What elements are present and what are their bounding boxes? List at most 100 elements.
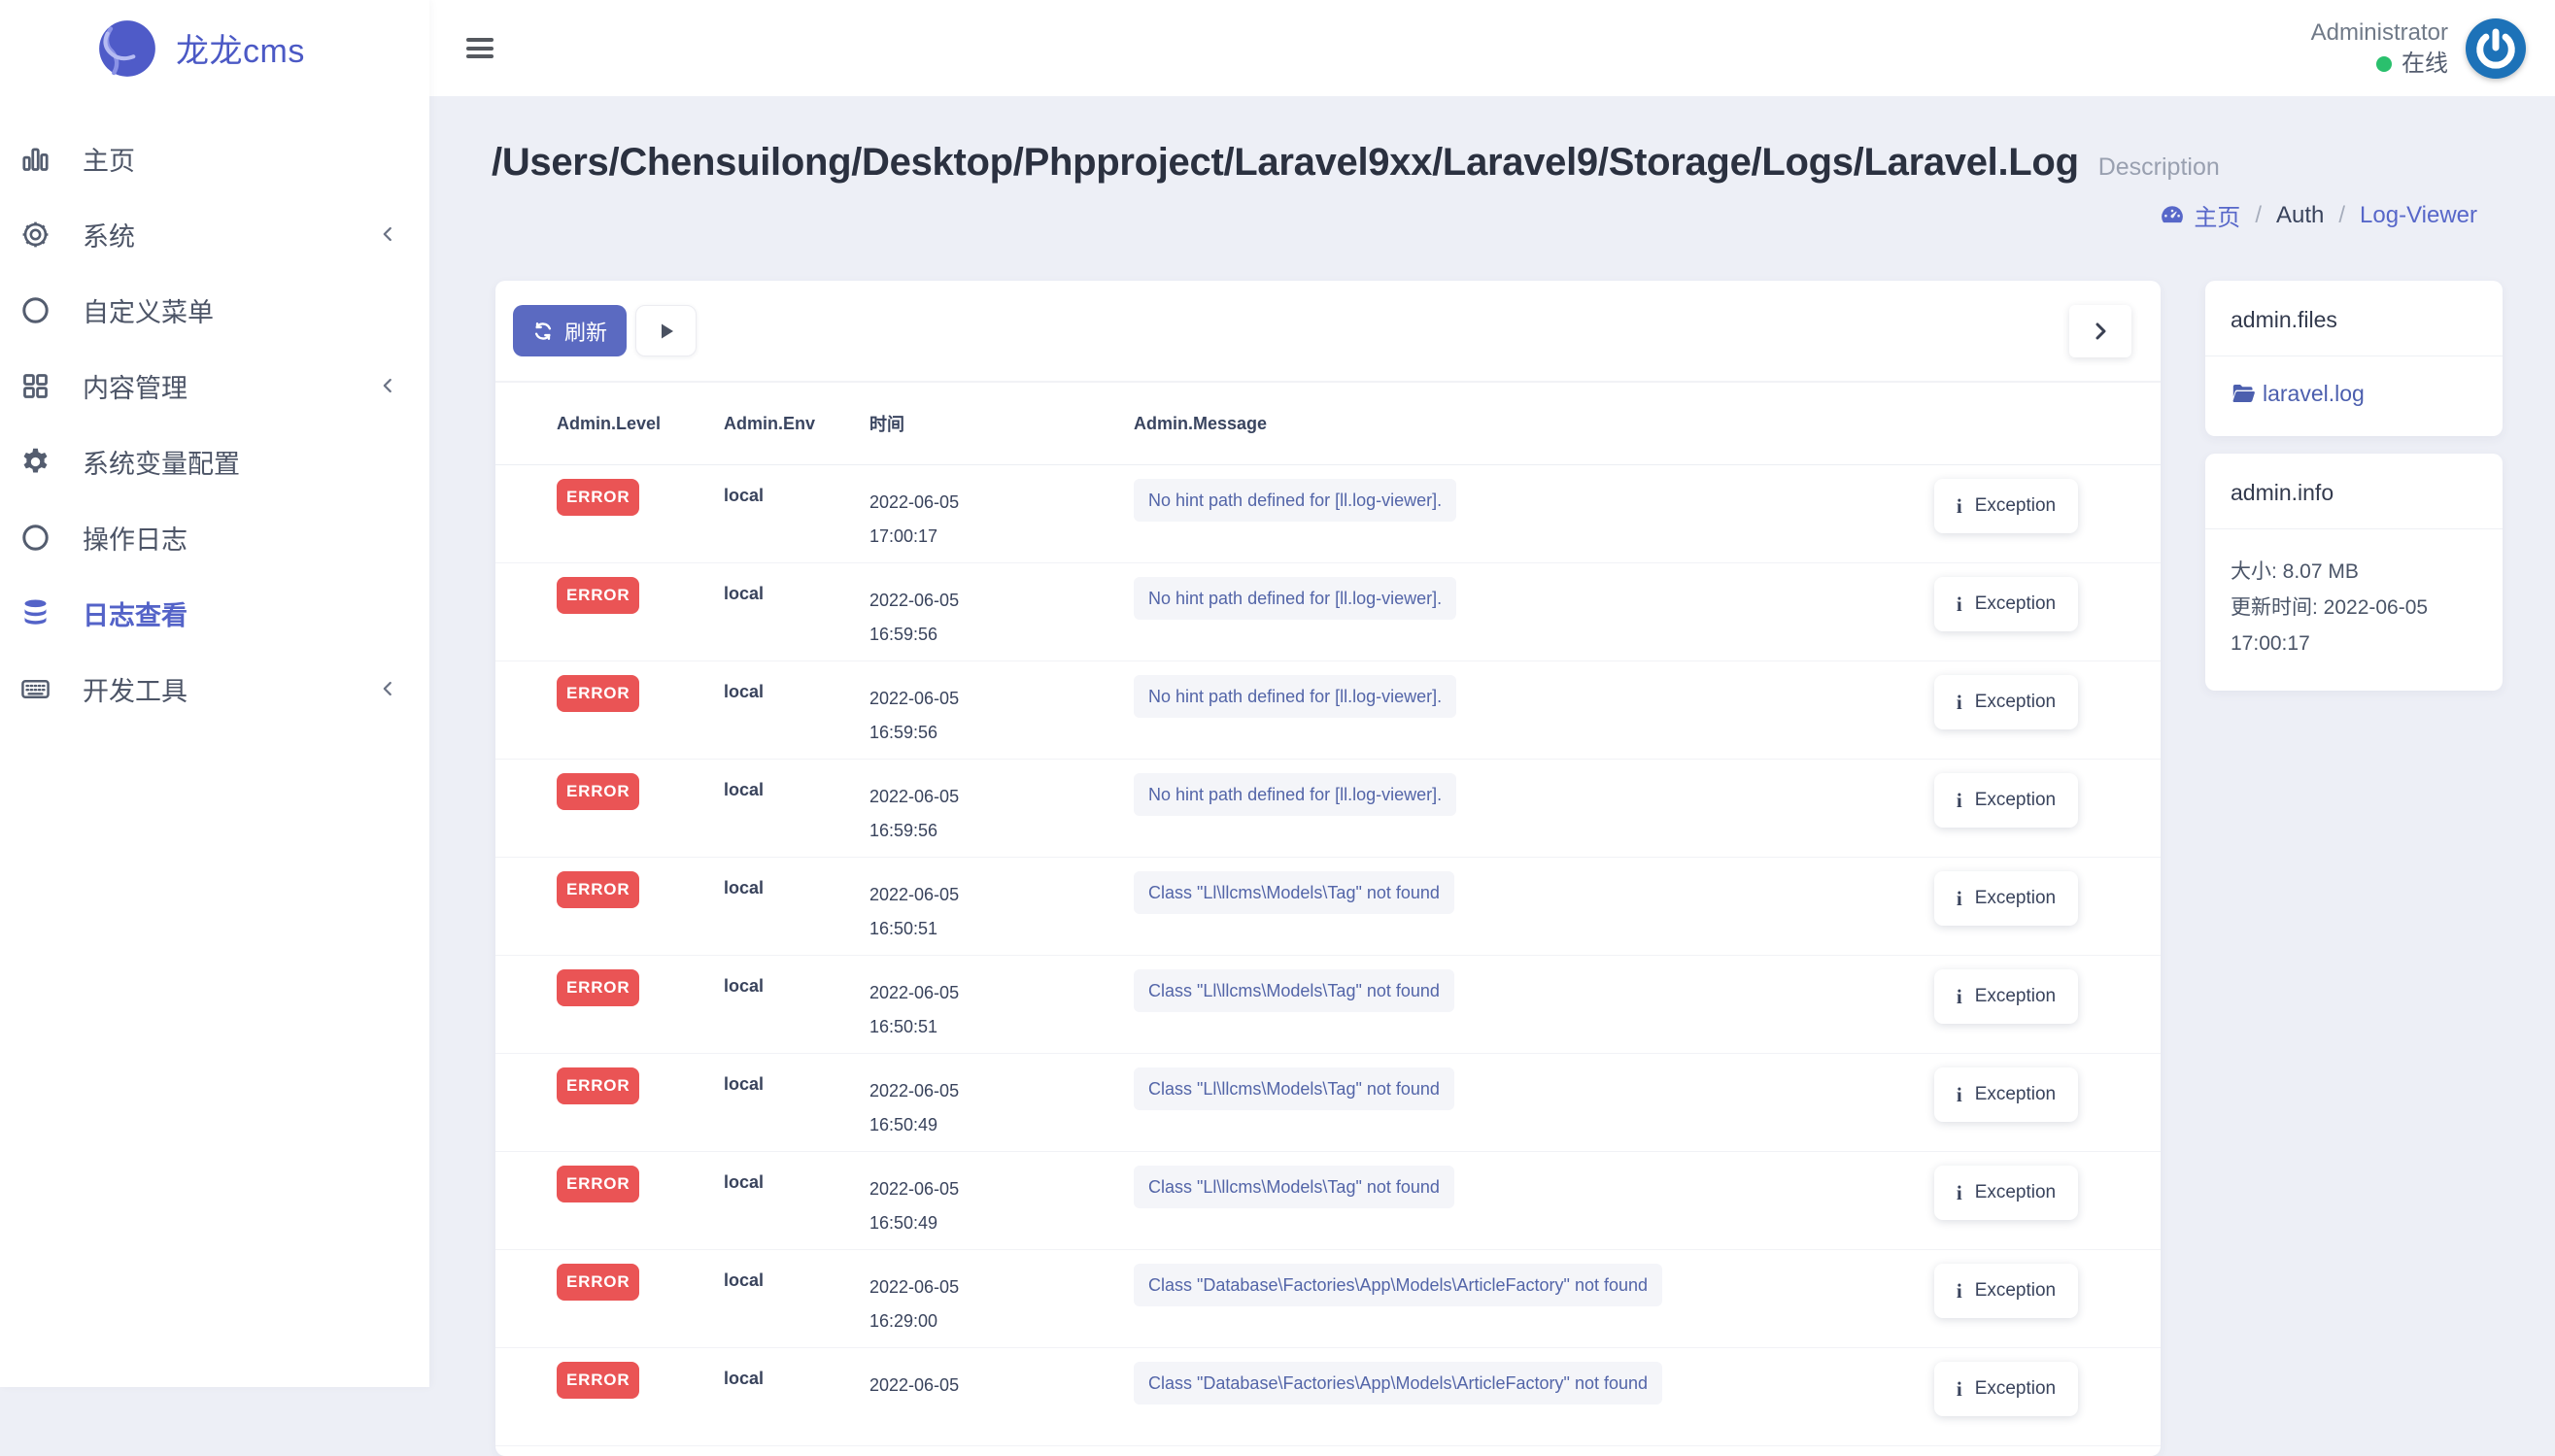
level-badge: ERROR — [557, 1166, 639, 1202]
level-badge: ERROR — [557, 1362, 639, 1399]
file-size: 大小: 8.07 MB — [2231, 554, 2477, 590]
env-cell: local — [724, 479, 869, 506]
exception-button[interactable]: i Exception — [1934, 577, 2078, 631]
info-icon: i — [1957, 887, 1962, 911]
env-cell: local — [724, 871, 869, 898]
info-icon: i — [1957, 1181, 1962, 1205]
exception-button[interactable]: i Exception — [1934, 1166, 2078, 1220]
table-row: ERROR local 2022-06-05 16:50:49 Class "L… — [495, 1054, 2161, 1152]
log-table-body: ERROR local 2022-06-05 17:00:17 No hint … — [495, 465, 2161, 1446]
exception-button-label: Exception — [1975, 986, 2056, 1007]
exception-button[interactable]: i Exception — [1934, 1362, 2078, 1416]
circle-icon — [19, 522, 51, 554]
log-date: 2022-06-05 — [869, 1369, 1134, 1403]
env-cell: local — [724, 577, 869, 604]
log-message-link[interactable]: No hint path defined for [ll.log-viewer]… — [1134, 577, 1456, 620]
log-file-name: laravel.log — [2263, 381, 2365, 407]
log-toolbar: 刷新 — [495, 281, 2161, 383]
exception-button[interactable]: i Exception — [1934, 969, 2078, 1024]
exception-button-label: Exception — [1975, 1084, 2056, 1105]
log-time: 16:50:49 — [869, 1206, 1134, 1240]
table-row: ERROR local 2022-06-05 16:59:56 No hint … — [495, 661, 2161, 760]
exception-button[interactable]: i Exception — [1934, 1264, 2078, 1318]
bar-chart-icon — [19, 143, 51, 175]
sidebar-item-dev-tools[interactable]: 开发工具 — [0, 651, 429, 727]
file-updated-time: 更新时间: 2022-06-05 17:00:17 — [2231, 590, 2477, 661]
level-badge: ERROR — [557, 675, 639, 712]
exception-button[interactable]: i Exception — [1934, 871, 2078, 926]
breadcrumb-home-link[interactable]: 主页 — [2160, 198, 2240, 232]
log-message-link[interactable]: Class "Ll\llcms\Models\Tag" not found — [1134, 1166, 1454, 1208]
exception-button[interactable]: i Exception — [1934, 1067, 2078, 1122]
log-message-link[interactable]: No hint path defined for [ll.log-viewer]… — [1134, 479, 1456, 522]
exception-button-label: Exception — [1975, 495, 2056, 517]
exception-button[interactable]: i Exception — [1934, 773, 2078, 828]
table-row: ERROR local 2022-06-05 17:00:17 No hint … — [495, 465, 2161, 563]
log-time: 16:29:00 — [869, 1304, 1134, 1338]
info-icon: i — [1957, 1377, 1962, 1402]
col-time: 时间 — [869, 411, 1134, 436]
exception-button-label: Exception — [1975, 1378, 2056, 1400]
exception-button[interactable]: i Exception — [1934, 675, 2078, 729]
online-status: 在线 — [2311, 49, 2448, 80]
col-admin-env: Admin.Env — [724, 414, 869, 434]
exception-button-label: Exception — [1975, 1182, 2056, 1203]
info-icon: i — [1957, 494, 1962, 519]
log-message-link[interactable]: No hint path defined for [ll.log-viewer]… — [1134, 773, 1456, 816]
log-message-link[interactable]: Class "Ll\llcms\Models\Tag" not found — [1134, 1067, 1454, 1110]
log-message-link[interactable]: Class "Database\Factories\App\Models\Art… — [1134, 1264, 1662, 1306]
info-icon: i — [1957, 985, 1962, 1009]
breadcrumb-separator: / — [2255, 202, 2262, 229]
level-badge: ERROR — [557, 577, 639, 614]
level-badge: ERROR — [557, 479, 639, 516]
breadcrumb-log-viewer-link[interactable]: Log-Viewer — [2360, 202, 2477, 229]
table-row: ERROR local 2022-06-05 Class "Database\F… — [495, 1348, 2161, 1446]
sidebar-item-system-vars[interactable]: 系统变量配置 — [0, 423, 429, 499]
log-date: 2022-06-05 — [869, 584, 1134, 618]
gear-solid-icon — [19, 446, 51, 478]
exception-button[interactable]: i Exception — [1934, 479, 2078, 533]
breadcrumb-home-label: 主页 — [2194, 198, 2240, 232]
exception-button-label: Exception — [1975, 593, 2056, 615]
next-page-button[interactable] — [2069, 305, 2131, 357]
sidebar-item-system[interactable]: 系统 — [0, 196, 429, 272]
info-card-title: admin.info — [2205, 454, 2503, 529]
table-row: ERROR local 2022-06-05 16:59:56 No hint … — [495, 760, 2161, 858]
info-card: admin.info 大小: 8.07 MB 更新时间: 2022-06-05 … — [2205, 454, 2503, 691]
dashboard-icon — [2160, 203, 2185, 228]
info-icon: i — [1957, 691, 1962, 715]
chevron-left-icon — [377, 223, 398, 245]
time-cell: 2022-06-05 16:50:49 — [869, 1067, 1134, 1142]
log-message-link[interactable]: Class "Database\Factories\App\Models\Art… — [1134, 1362, 1662, 1405]
power-avatar[interactable] — [2466, 18, 2526, 79]
time-cell: 2022-06-05 16:59:56 — [869, 675, 1134, 750]
time-cell: 2022-06-05 16:59:56 — [869, 773, 1134, 848]
info-icon: i — [1957, 593, 1962, 617]
online-dot-icon — [2376, 56, 2392, 72]
log-card: 刷新 Admin.Level Admin.Env 时间 Admin.Mess — [495, 281, 2161, 1456]
log-date: 2022-06-05 — [869, 1074, 1134, 1108]
exception-button-label: Exception — [1975, 790, 2056, 811]
env-cell: local — [724, 969, 869, 997]
brand[interactable]: 龙龙cms — [0, 0, 429, 96]
play-icon — [655, 320, 678, 343]
username: Administrator — [2311, 17, 2448, 49]
log-file-link[interactable]: laravel.log — [2231, 381, 2477, 407]
sidebar-item-custom-menu[interactable]: 自定义菜单 — [0, 272, 429, 348]
hamburger-menu-icon[interactable] — [466, 34, 494, 63]
chevron-left-icon — [377, 375, 398, 396]
col-admin-level: Admin.Level — [557, 414, 724, 434]
log-message-link[interactable]: Class "Ll\llcms\Models\Tag" not found — [1134, 871, 1454, 914]
env-cell: local — [724, 1166, 869, 1193]
sidebar-item-content-manage[interactable]: 内容管理 — [0, 348, 429, 423]
log-message-link[interactable]: No hint path defined for [ll.log-viewer]… — [1134, 675, 1456, 718]
log-message-link[interactable]: Class "Ll\llcms\Models\Tag" not found — [1134, 969, 1454, 1012]
refresh-button[interactable]: 刷新 — [513, 305, 627, 356]
env-cell: local — [724, 1067, 869, 1095]
sidebar-item-home[interactable]: 主页 — [0, 120, 429, 196]
tail-play-button[interactable] — [635, 305, 697, 356]
sidebar-item-operation-logs[interactable]: 操作日志 — [0, 499, 429, 575]
user-meta: Administrator 在线 — [2311, 17, 2448, 80]
sidebar-item-log-viewer[interactable]: 日志查看 — [0, 575, 429, 651]
log-time: 17:00:17 — [869, 520, 1134, 554]
